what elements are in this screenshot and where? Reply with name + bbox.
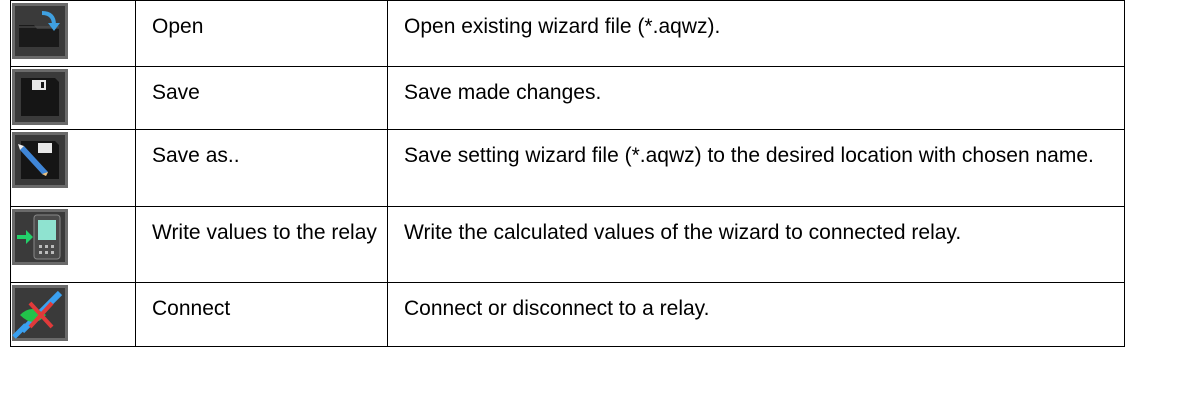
table-row: Connect Connect or disconnect to a relay… bbox=[10, 282, 1125, 347]
toolbar-icons-table: Open Open existing wizard file (*.aqwz).… bbox=[10, 0, 1125, 347]
icon-cell bbox=[10, 129, 136, 207]
table-row: Save Save made changes. bbox=[10, 66, 1125, 130]
icon-cell bbox=[10, 206, 136, 283]
command-name: Save bbox=[135, 66, 388, 130]
table-row: Save as.. Save setting wizard file (*.aq… bbox=[10, 129, 1125, 207]
command-description: Write the calculated values of the wizar… bbox=[387, 206, 1125, 283]
write-to-relay-icon bbox=[12, 209, 68, 265]
icon-cell bbox=[10, 282, 136, 347]
command-name: Open bbox=[135, 0, 388, 67]
command-name: Write values to the relay bbox=[135, 206, 388, 283]
command-description: Save setting wizard file (*.aqwz) to the… bbox=[387, 129, 1125, 207]
command-description: Open existing wizard file (*.aqwz). bbox=[387, 0, 1125, 67]
connect-plug-icon bbox=[12, 285, 68, 341]
open-folder-icon bbox=[12, 3, 68, 59]
icon-cell bbox=[10, 0, 136, 67]
command-name: Save as.. bbox=[135, 129, 388, 207]
icon-cell bbox=[10, 66, 136, 130]
save-as-pencil-icon bbox=[12, 132, 68, 188]
command-name: Connect bbox=[135, 282, 388, 347]
command-description: Connect or disconnect to a relay. bbox=[387, 282, 1125, 347]
table-row: Write values to the relay Write the calc… bbox=[10, 206, 1125, 283]
table-row: Open Open existing wizard file (*.aqwz). bbox=[10, 0, 1125, 67]
floppy-disk-save-icon bbox=[12, 69, 68, 125]
command-description: Save made changes. bbox=[387, 66, 1125, 130]
